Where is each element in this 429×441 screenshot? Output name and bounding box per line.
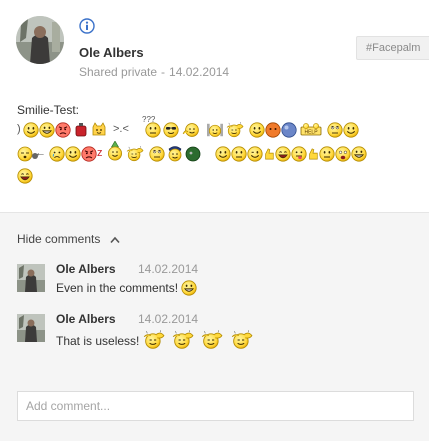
big-cry-icon: [335, 146, 351, 162]
hashtag-chip[interactable]: #Facepalm: [356, 36, 429, 60]
author-name[interactable]: Ole Albers: [79, 45, 144, 60]
cat-icon: [91, 122, 107, 138]
wink-icon: [247, 146, 263, 162]
sleepy-icon: [249, 122, 265, 138]
bomb-icon: [73, 122, 89, 138]
post-body: Smilie-Test: ) >.< ??? ← z: [17, 103, 417, 188]
author-avatar[interactable]: [16, 16, 64, 64]
comment-item: Ole Albers 14.02.2014 Even in the commen…: [17, 262, 417, 302]
happy-small-icon: [65, 146, 81, 162]
help-sign-icon: [299, 122, 323, 138]
comment-text: That is useless!: [56, 330, 253, 350]
clap-icon: [231, 330, 253, 350]
clap-icon: [125, 146, 145, 162]
smiley-row-1: ) >.< ???: [17, 115, 417, 140]
shock-icon: [149, 146, 165, 162]
orange-ball-icon: [265, 122, 281, 138]
post-header: Ole Albers Shared private -14.02.2014 #Fa…: [0, 0, 429, 90]
grin-b-icon: [351, 146, 367, 162]
confused-icon: [145, 122, 161, 138]
angry-icon: [55, 122, 71, 138]
paren-text: ): [17, 123, 21, 135]
chef-icon: [205, 122, 225, 138]
comment-avatar[interactable]: [17, 264, 45, 292]
info-icon[interactable]: [79, 18, 95, 34]
hand-icon: [307, 146, 319, 162]
alien-icon: [185, 146, 201, 162]
tongue-icon: [291, 146, 307, 162]
smiley-row-3: [17, 166, 417, 186]
neutral-b-icon: [319, 146, 335, 162]
smiley-row-2: ← z: [17, 144, 417, 164]
comment-avatar[interactable]: [17, 314, 45, 342]
party-hat-icon: [107, 141, 123, 161]
clap-icon: [143, 330, 165, 350]
comment-item: Ole Albers 14.02.2014 That is useless!: [17, 312, 417, 352]
smiley-icon: [23, 122, 39, 138]
comment-date[interactable]: 14.02.2014: [138, 312, 198, 326]
thumb-icon: [263, 146, 275, 162]
wave-icon: [181, 122, 201, 138]
grin-icon: [39, 122, 55, 138]
sad-icon: [49, 146, 65, 162]
clap-icon: [172, 330, 194, 350]
add-comment-input[interactable]: [17, 391, 414, 421]
cool-icon: [163, 122, 179, 138]
post-meta: Shared private -14.02.2014: [79, 65, 229, 79]
post-date[interactable]: 14.02.2014: [169, 65, 229, 79]
hide-comments-button[interactable]: Hide comments: [17, 232, 120, 246]
clap-icon: [201, 330, 223, 350]
comment-text: Even in the comments!: [56, 280, 197, 296]
laugh-icon: [275, 146, 291, 162]
neutral-icon: [231, 146, 247, 162]
roll-eyes-icon: [327, 122, 343, 138]
meta-separator: -: [161, 65, 166, 79]
angry-red-icon: [81, 146, 97, 162]
happy-icon: [343, 122, 359, 138]
visibility-label[interactable]: Shared private: [79, 65, 157, 79]
police-icon: [167, 144, 183, 162]
comment-date[interactable]: 14.02.2014: [138, 262, 198, 276]
post-title: Smilie-Test:: [17, 103, 80, 117]
comment-body: That is useless!: [56, 334, 140, 348]
comment-body: Even in the comments!: [56, 281, 179, 295]
party-face-icon: [225, 122, 245, 138]
kiss-text: z: [97, 147, 103, 159]
chevron-up-icon: [110, 236, 120, 243]
hide-comments-label: Hide comments: [17, 232, 101, 246]
comment-author[interactable]: Ole Albers: [56, 262, 116, 276]
blue-ball-icon: [281, 122, 297, 138]
laughing-icon: [17, 168, 33, 184]
grin-icon: [181, 280, 197, 296]
smiley-a-icon: [215, 146, 231, 162]
arrow-text: ←: [35, 147, 46, 159]
squint-text: >.<: [113, 123, 129, 135]
comment-author[interactable]: Ole Albers: [56, 312, 116, 326]
